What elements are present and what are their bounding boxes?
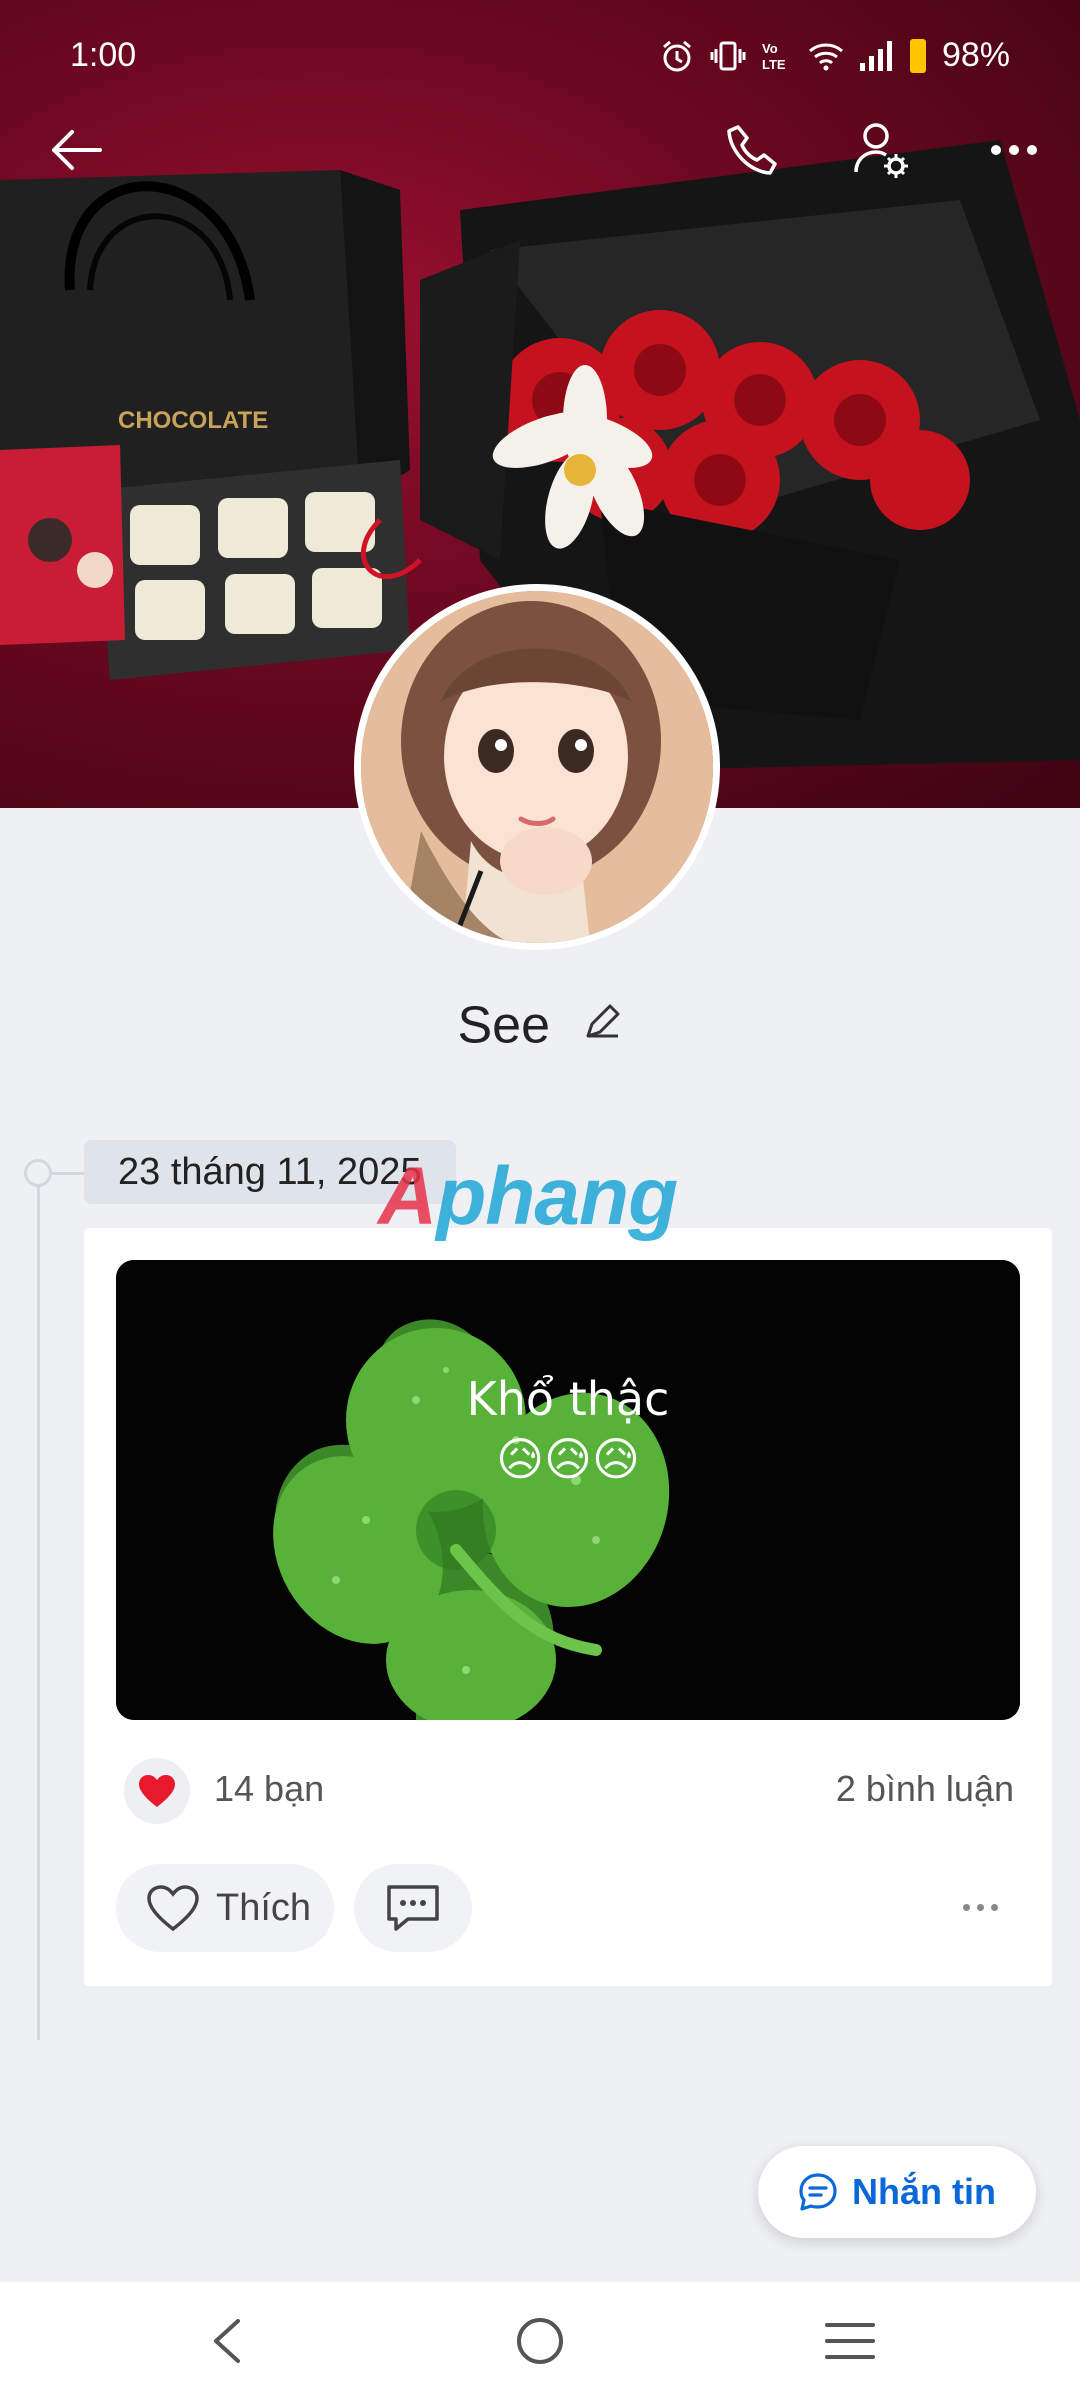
profile-name-row: See <box>0 992 1080 1055</box>
profile-header-bar <box>0 110 1080 200</box>
post-image[interactable]: Khổ thậc 😥😥😥 <box>116 1260 1020 1720</box>
heart-icon <box>139 1775 175 1807</box>
clover-illustration <box>116 1260 1020 1720</box>
pencil-icon <box>586 1004 620 1038</box>
more-options-button[interactable] <box>974 110 1054 190</box>
post-actions: Thích <box>116 1864 1020 1952</box>
timeline-line <box>37 1172 40 2040</box>
nav-home-icon <box>517 2318 563 2364</box>
volte-icon: VoLTE <box>762 41 786 72</box>
post-caption: Khổ thậc <box>466 1372 670 1426</box>
nav-back-icon <box>214 2319 240 2363</box>
wifi-icon <box>808 43 843 70</box>
more-dot-icon <box>962 1903 970 1911</box>
post-more-button[interactable] <box>950 1882 1010 1932</box>
battery-icon <box>909 38 926 73</box>
profile-settings-button[interactable] <box>842 110 922 190</box>
watermark-logo: Aphang <box>378 1150 678 1244</box>
phone-icon <box>727 125 777 175</box>
timeline-connector <box>52 1172 84 1175</box>
more-dot-icon <box>990 1903 998 1911</box>
post-emojis: 😥😥😥 <box>496 1433 640 1485</box>
nav-home-button[interactable] <box>500 2304 580 2378</box>
nav-recents-button[interactable] <box>810 2304 890 2378</box>
reaction-heart-badge[interactable] <box>124 1758 190 1824</box>
nav-back-button[interactable] <box>188 2304 268 2378</box>
svg-text:CHOCOLATE: CHOCOLATE <box>118 407 268 434</box>
profile-name: See <box>457 996 551 1055</box>
watermark-part-b: phang <box>436 1151 678 1242</box>
svg-text:LTE: LTE <box>762 57 786 72</box>
chat-bubble-icon <box>799 2173 837 2211</box>
like-button[interactable]: Thích <box>116 1864 334 1952</box>
more-dot-icon <box>976 1903 984 1911</box>
heart-outline-icon <box>147 1885 199 1932</box>
status-time: 1:00 <box>70 36 137 74</box>
edit-name-button[interactable] <box>582 995 622 1055</box>
signal-icon <box>859 40 892 71</box>
back-button[interactable] <box>36 110 116 190</box>
avatar-illustration <box>361 591 713 943</box>
timeline-dot <box>24 1159 52 1187</box>
profile-settings-icon <box>854 123 908 178</box>
system-nav-bar <box>0 2282 1080 2400</box>
call-button[interactable] <box>712 110 792 190</box>
post-card[interactable]: Khổ thậc 😥😥😥 14 bạn 2 bình luận Thích <box>84 1228 1052 1986</box>
reaction-summary: 14 bạn 2 bình luận <box>124 1758 1014 1824</box>
reaction-count[interactable]: 14 bạn <box>214 1768 324 1810</box>
like-label: Thích <box>216 1886 312 1929</box>
comment-button[interactable] <box>354 1864 472 1952</box>
comment-icon <box>387 1885 439 1931</box>
comment-count[interactable]: 2 bình luận <box>836 1768 1014 1810</box>
svg-text:Vo: Vo <box>762 41 778 56</box>
alarm-icon <box>662 40 691 71</box>
more-icon <box>991 145 1037 155</box>
battery-percent: 98% <box>941 36 1010 74</box>
avatar[interactable] <box>354 584 720 950</box>
back-arrow-icon <box>52 130 102 170</box>
send-message-label: Nhắn tin <box>852 2171 996 2212</box>
send-message-button[interactable]: Nhắn tin <box>758 2146 1036 2238</box>
watermark-part-a: A <box>378 1151 437 1242</box>
status-bar: 1:00 Vo LTE 98% <box>0 0 1080 112</box>
nav-menu-icon <box>825 2323 875 2359</box>
status-icons: Vo LTE 98% <box>660 36 1010 75</box>
vibrate-icon <box>710 41 746 70</box>
